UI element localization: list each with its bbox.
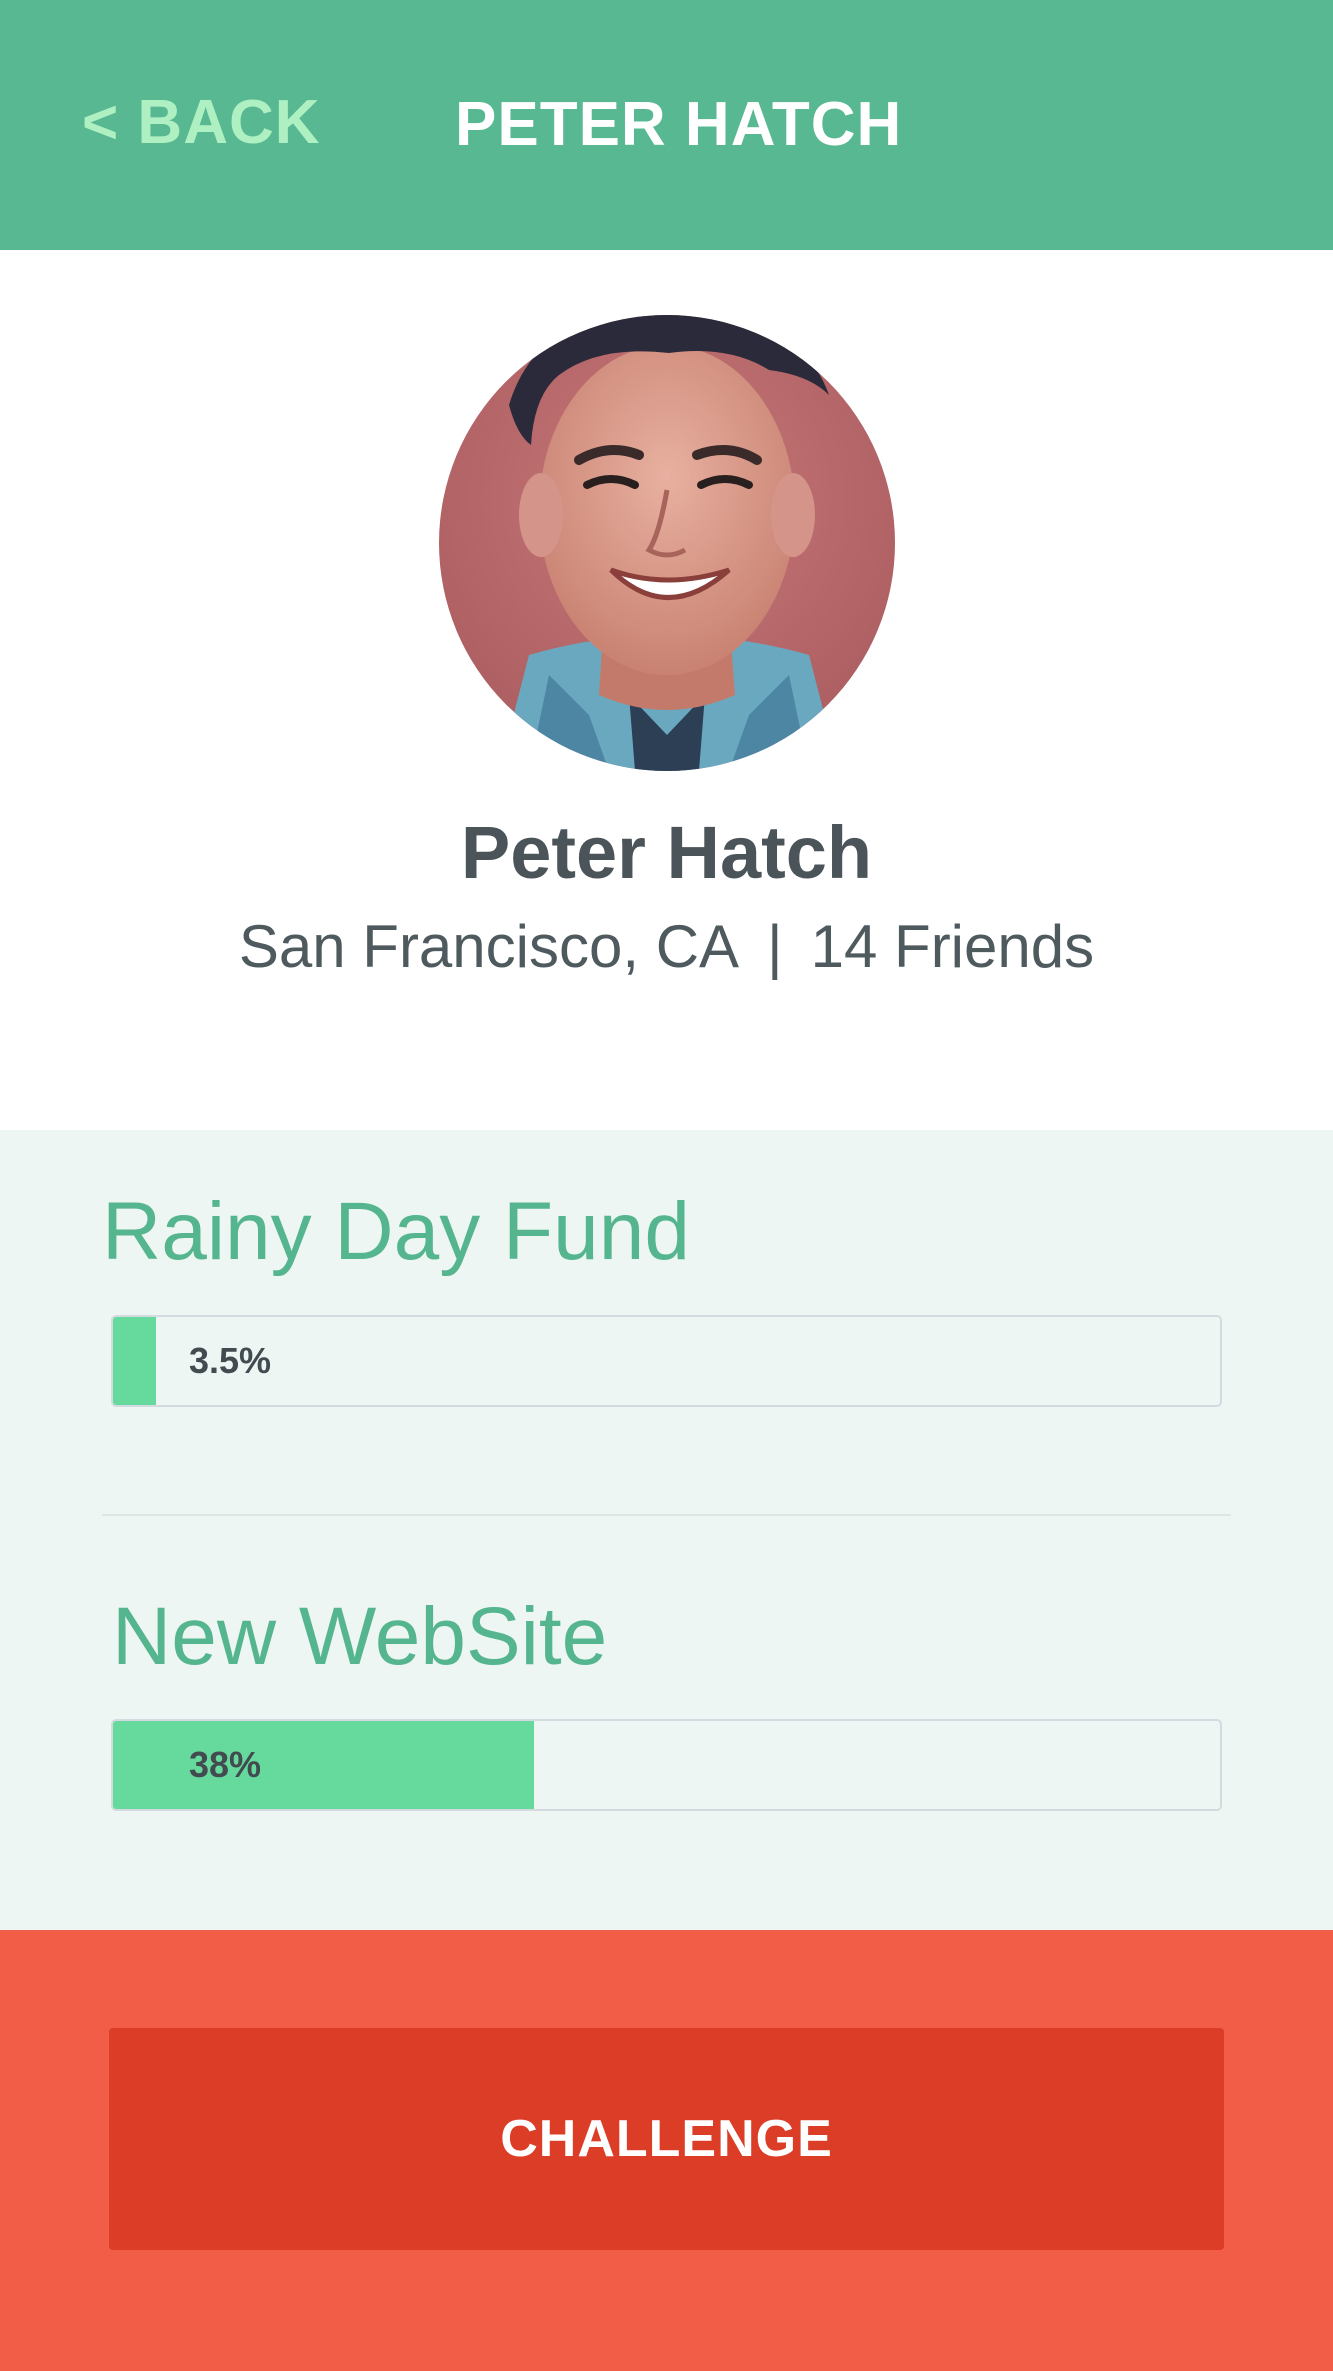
back-button[interactable]: < BACK [82, 78, 321, 168]
progress-label: 38% [189, 1744, 262, 1785]
avatar-photo [439, 315, 895, 771]
progress-label: 3.5% [189, 1340, 272, 1381]
divider [102, 1514, 1231, 1516]
profile-meta: San Francisco, CA | 14 Friends [0, 912, 1333, 981]
progress-bar: 38% [111, 1719, 1222, 1811]
challenge-button[interactable]: CHALLENGE [109, 2028, 1224, 2250]
progress-fill [113, 1317, 156, 1405]
footer: CHALLENGE [0, 1930, 1333, 2371]
meta-separator: | [767, 913, 783, 980]
goal-title: Rainy Day Fund [102, 1186, 690, 1277]
progress-fill [113, 1721, 534, 1809]
progress-bar: 3.5% [111, 1315, 1222, 1407]
profile-location: San Francisco, CA [238, 913, 740, 980]
profile-name: Peter Hatch [460, 811, 873, 894]
page-title: PETER HATCH [455, 90, 903, 159]
goal-title: New WebSite [112, 1591, 608, 1682]
profile-friends-count[interactable]: 14 Friends [811, 913, 1094, 980]
top-bar: < BACK PETER HATCH [0, 0, 1333, 250]
avatar [439, 315, 895, 771]
goals-section: Rainy Day Fund 3.5% New WebSite 38% [0, 1130, 1333, 1930]
profile-section: Peter Hatch San Francisco, CA | 14 Friends [0, 250, 1333, 1130]
